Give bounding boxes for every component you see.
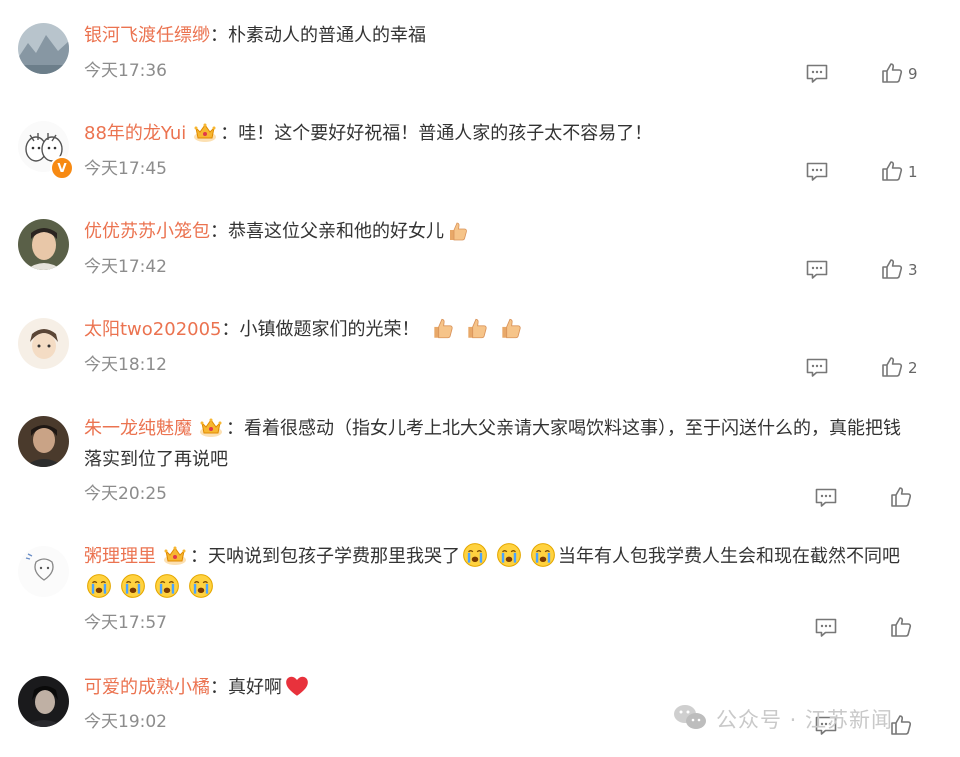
thumbs-up-emoji — [467, 318, 487, 339]
wechat-icon — [674, 705, 706, 729]
name-separator: ： — [220, 123, 239, 144]
comment-icon[interactable] — [814, 616, 838, 638]
name-separator: ： — [190, 546, 208, 567]
thumbs-up-emoji — [433, 318, 453, 339]
comment-text: 当年有人包我学费人生会和现在截然不同吧 — [558, 546, 900, 567]
avatar[interactable] — [18, 546, 69, 597]
name-separator: ： — [221, 319, 240, 340]
thumbs-up-icon[interactable] — [880, 355, 904, 379]
comment-time: 今天17:57 — [84, 613, 167, 633]
comment-text: 小镇做题家们的光荣！ — [239, 319, 420, 340]
user-name[interactable]: 88年的龙Yui — [84, 123, 186, 144]
crown-badge-icon — [199, 418, 223, 437]
user-name[interactable]: 优优苏苏小笼包 — [84, 221, 210, 242]
crying-emoji — [120, 573, 146, 599]
user-name[interactable]: 太阳two202005 — [84, 319, 222, 340]
crying-emoji — [462, 542, 488, 568]
comment-text: 哇！这个要好好祝福！普通人家的孩子太不容易了！ — [238, 123, 653, 144]
comment-icon[interactable] — [805, 160, 829, 182]
red-heart-emoji — [286, 676, 308, 696]
crying-emoji — [530, 542, 556, 568]
comment-text: 看着很感动（指女儿考上北大父亲请大家喝饮料这事），至于闪送什么的，真能把钱 — [244, 418, 901, 439]
thumbs-up-icon[interactable] — [880, 61, 904, 85]
comment-icon[interactable] — [805, 356, 829, 378]
avatar[interactable] — [18, 676, 69, 727]
user-name[interactable]: 朱一龙纯魅魔 — [84, 418, 192, 439]
thumbs-up-emoji — [501, 318, 521, 339]
comment-icon[interactable] — [805, 62, 829, 84]
crown-badge-icon — [163, 546, 187, 565]
verified-badge: V — [50, 156, 74, 180]
name-separator: ： — [226, 418, 244, 439]
like-count: 9 — [908, 65, 918, 83]
like-count: 3 — [908, 261, 918, 279]
thumbs-up-icon[interactable] — [880, 159, 904, 183]
comment-time: 今天18:12 — [84, 355, 167, 375]
thumbs-up-emoji — [449, 222, 467, 241]
avatar[interactable] — [18, 23, 69, 74]
comment-time: 今天17:36 — [84, 61, 167, 81]
comment-time: 今天20:25 — [84, 484, 167, 504]
thumbs-up-icon[interactable] — [889, 615, 913, 639]
name-separator: ： — [210, 221, 228, 242]
thumbs-up-icon[interactable] — [880, 257, 904, 281]
crying-emoji — [154, 573, 180, 599]
thumbs-up-icon[interactable] — [889, 485, 913, 509]
user-name[interactable]: 银河飞渡任缥缈 — [84, 25, 210, 46]
crying-emoji — [496, 542, 522, 568]
comment-text: 真好啊 — [228, 677, 282, 698]
avatar[interactable] — [18, 416, 69, 467]
comment-text: 天呐说到包孩子学费那里我哭了 — [208, 546, 460, 567]
name-separator: ： — [210, 25, 228, 46]
user-name[interactable]: 粥理理里 — [84, 546, 156, 567]
comment-icon[interactable] — [814, 486, 838, 508]
like-count: 2 — [908, 359, 918, 377]
comment-time: 今天17:45 — [84, 159, 167, 179]
avatar[interactable] — [18, 219, 69, 270]
comment-text: 恭喜这位父亲和他的好女儿 — [228, 221, 444, 242]
crying-emoji — [86, 573, 112, 599]
name-separator: ： — [210, 677, 228, 698]
comment-text: 朴素动人的普通人的幸福 — [228, 25, 426, 46]
crown-badge-icon — [193, 123, 217, 142]
avatar[interactable] — [18, 318, 69, 369]
comment-icon[interactable] — [805, 258, 829, 280]
comment-time: 今天17:42 — [84, 257, 167, 277]
comment-time: 今天19:02 — [84, 712, 167, 732]
watermark-text: 公众号 · 江苏新闻 — [716, 708, 894, 732]
like-count: 1 — [908, 163, 918, 181]
crying-emoji — [188, 573, 214, 599]
user-name[interactable]: 可爱的成熟小橘 — [84, 677, 210, 698]
comment-text: 落实到位了再说吧 — [84, 449, 228, 470]
